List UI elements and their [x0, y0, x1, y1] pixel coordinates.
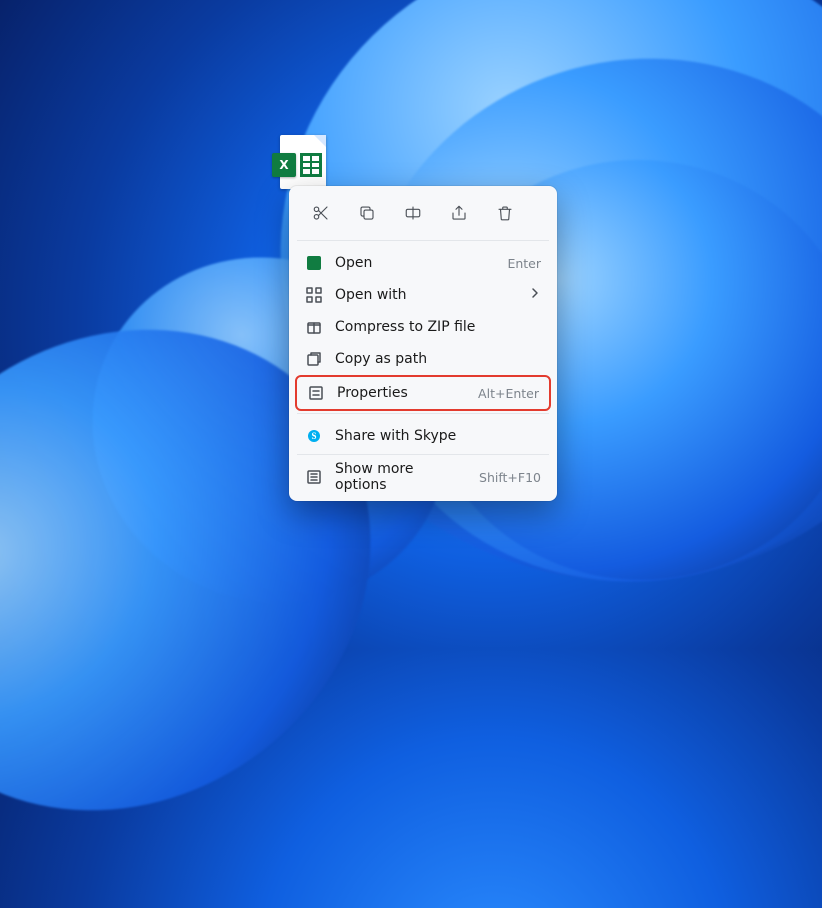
menu-shortcut: Enter — [507, 256, 541, 271]
rename-button[interactable] — [395, 198, 431, 228]
app-icon — [305, 254, 323, 272]
copy-icon — [358, 204, 376, 222]
more-options-icon — [305, 468, 323, 486]
menu-label: Show more options — [335, 461, 467, 493]
menu-item-compress[interactable]: Compress to ZIP file — [297, 311, 549, 343]
rename-icon — [404, 204, 422, 222]
menu-item-copy-path[interactable]: Copy as path — [297, 343, 549, 375]
menu-label: Compress to ZIP file — [335, 319, 541, 335]
menu-shortcut: Alt+Enter — [478, 386, 539, 401]
context-toolbar — [297, 194, 549, 238]
share-icon — [450, 204, 468, 222]
cut-button[interactable] — [303, 198, 339, 228]
menu-label: Share with Skype — [335, 428, 541, 444]
file-thumbnail: X — [280, 135, 326, 189]
context-menu: Open Enter Open with Compress to ZIP fil… — [289, 186, 557, 501]
spreadsheet-icon — [300, 153, 322, 177]
share-button[interactable] — [441, 198, 477, 228]
menu-item-properties[interactable]: Properties Alt+Enter — [295, 375, 551, 411]
menu-label: Copy as path — [335, 351, 541, 367]
skype-icon: S — [305, 427, 323, 445]
menu-separator — [297, 413, 549, 414]
zip-icon — [305, 318, 323, 336]
properties-icon — [307, 384, 325, 402]
copy-path-icon — [305, 350, 323, 368]
excel-badge-icon: X — [272, 153, 296, 177]
menu-item-open-with[interactable]: Open with — [297, 279, 549, 311]
menu-label: Open — [335, 255, 495, 271]
menu-item-share-skype[interactable]: S Share with Skype — [297, 420, 549, 452]
delete-button[interactable] — [487, 198, 523, 228]
trash-icon — [496, 204, 514, 222]
menu-item-more-options[interactable]: Show more options Shift+F10 — [297, 461, 549, 493]
scissors-icon — [312, 204, 330, 222]
menu-shortcut: Shift+F10 — [479, 470, 541, 485]
menu-item-open[interactable]: Open Enter — [297, 247, 549, 279]
menu-separator — [297, 454, 549, 455]
menu-label: Properties — [337, 385, 466, 401]
menu-label: Open with — [335, 287, 517, 303]
copy-button[interactable] — [349, 198, 385, 228]
svg-text:S: S — [311, 431, 316, 441]
open-with-icon — [305, 286, 323, 304]
chevron-right-icon — [529, 287, 541, 303]
menu-separator — [297, 240, 549, 241]
